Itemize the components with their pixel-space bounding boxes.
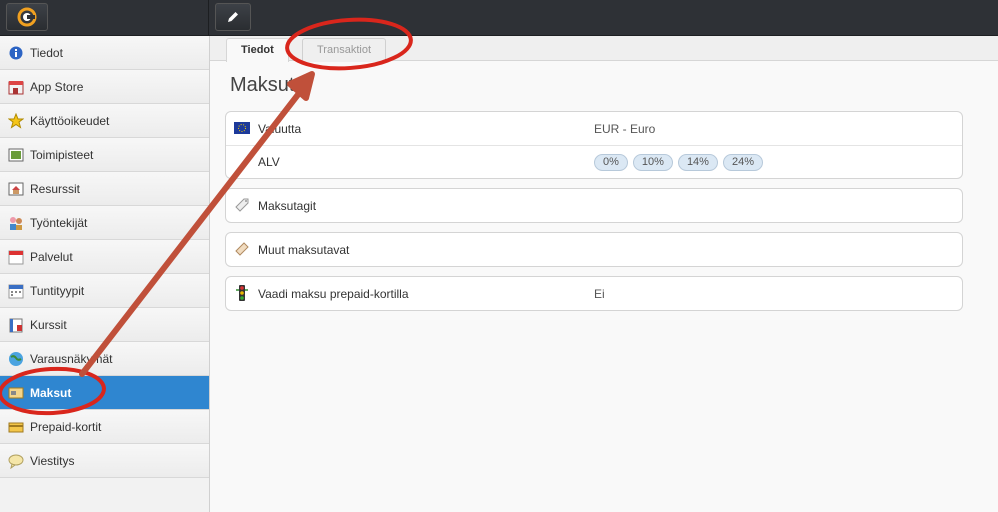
traffic-light-icon <box>234 285 250 301</box>
store-icon <box>8 79 24 95</box>
tab-transaktiot[interactable]: Transaktiot <box>302 38 387 62</box>
sidebar-item-kurssit[interactable]: Kurssit <box>0 308 209 342</box>
currency-row[interactable]: Valuutta EUR - Euro <box>226 112 962 145</box>
other-methods-panel: Muut maksutavat <box>225 232 963 267</box>
currency-value: EUR - Euro <box>594 121 656 136</box>
sidebar-item-label: Prepaid-kortit <box>30 419 102 434</box>
info-icon <box>8 45 24 61</box>
star-icon <box>8 112 24 129</box>
eu-flag-icon <box>234 120 250 136</box>
app-logo-button[interactable] <box>6 3 48 31</box>
top-bar <box>0 0 998 36</box>
resource-icon <box>8 181 24 197</box>
sidebar-item-label: Tuntityypit <box>30 283 85 298</box>
edit-button[interactable] <box>215 3 251 31</box>
sidebar-item-label: Varausnäkymät <box>30 351 113 366</box>
vat-chip[interactable]: 10% <box>632 153 673 171</box>
payment-icon <box>8 385 24 401</box>
location-icon <box>8 147 24 163</box>
vat-rates: 0% 10% 14% 24% <box>594 153 768 171</box>
sidebar-item-app-store[interactable]: App Store <box>0 70 209 104</box>
sidebar-item-label: Resurssit <box>30 181 81 196</box>
prepaid-row[interactable]: Vaadi maksu prepaid-kortilla Ei <box>226 277 962 310</box>
vat-chip[interactable]: 24% <box>722 153 763 171</box>
sidebar-item-label: Käyttöoikeudet <box>30 113 110 128</box>
prepaid-label: Vaadi maksu prepaid-kortilla <box>258 286 409 301</box>
app-logo-icon <box>17 7 37 27</box>
vat-chip[interactable]: 0% <box>594 153 628 171</box>
ticket-icon <box>234 241 250 257</box>
sidebar-item-toimipisteet[interactable]: Toimipisteet <box>0 138 209 172</box>
message-icon <box>8 453 24 469</box>
pencil-icon <box>228 12 238 22</box>
tags-row[interactable]: Maksutagit <box>226 189 962 222</box>
sidebar-item-tiedot[interactable]: Tiedot <box>0 36 209 70</box>
sidebar-item-label: Kurssit <box>30 317 67 332</box>
main-content: Tiedot Transaktiot Maksut Valuutta EUR -… <box>210 36 998 512</box>
sidebar-item-label: Palvelut <box>30 249 73 264</box>
users-icon <box>8 215 24 231</box>
vat-chip[interactable]: 14% <box>677 153 718 171</box>
page-title: Maksut <box>230 74 295 96</box>
tab-bar: Tiedot Transaktiot <box>210 36 998 62</box>
vat-row[interactable]: ALV 0% 10% 14% 24% <box>226 145 962 178</box>
vat-label: ALV <box>258 155 280 169</box>
sidebar-item-resurssit[interactable]: Resurssit <box>0 172 209 206</box>
tag-icon <box>234 197 250 213</box>
other-methods-row[interactable]: Muut maksutavat <box>226 233 962 266</box>
sidebar-item-label: Työntekijät <box>30 215 88 230</box>
sidebar-item-varausnakymat[interactable]: Varausnäkymät <box>0 342 209 376</box>
card-icon <box>8 419 24 435</box>
currency-panel: Valuutta EUR - Euro ALV 0% 10% 14% 24% <box>225 111 963 179</box>
other-methods-label: Muut maksutavat <box>258 242 350 257</box>
currency-label: Valuutta <box>258 121 302 136</box>
sidebar: Tiedot App Store Käyttöoikeudet Toimipis… <box>0 36 210 512</box>
sidebar-item-kayttooikeudet[interactable]: Käyttöoikeudet <box>0 104 209 138</box>
sidebar-item-label: Tiedot <box>30 45 63 60</box>
globe-icon <box>8 351 24 367</box>
calendar-icon <box>8 249 24 265</box>
sidebar-item-maksut[interactable]: Maksut <box>0 376 209 410</box>
sidebar-item-tyontekijat[interactable]: Työntekijät <box>0 206 209 240</box>
sidebar-item-label: Maksut <box>30 385 72 400</box>
top-bar-left <box>0 0 209 35</box>
tags-panel: Maksutagit <box>225 188 963 223</box>
sidebar-item-label: Viestitys <box>30 453 75 468</box>
sidebar-item-tuntityypit[interactable]: Tuntityypit <box>0 274 209 308</box>
sidebar-item-prepaid-kortit[interactable]: Prepaid-kortit <box>0 410 209 444</box>
prepaid-value: Ei <box>594 286 605 301</box>
tags-label: Maksutagit <box>258 198 317 213</box>
tab-tiedot[interactable]: Tiedot <box>226 38 289 62</box>
sidebar-item-viestitys[interactable]: Viestitys <box>0 444 209 478</box>
book-icon <box>8 317 24 333</box>
sidebar-item-label: Toimipisteet <box>30 147 94 162</box>
sidebar-item-label: App Store <box>30 79 84 94</box>
calendar-grid-icon <box>8 283 24 299</box>
prepaid-panel: Vaadi maksu prepaid-kortilla Ei <box>225 276 963 311</box>
sidebar-item-palvelut[interactable]: Palvelut <box>0 240 209 274</box>
